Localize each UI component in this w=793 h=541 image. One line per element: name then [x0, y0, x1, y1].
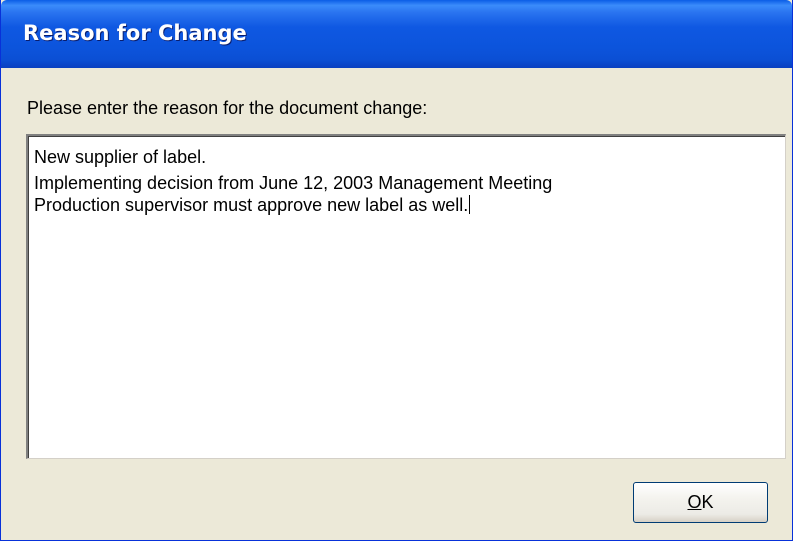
title-bar[interactable]: Reason for Change [1, 0, 792, 68]
reason-line-2: Implementing decision from June 12, 2003… [34, 173, 553, 193]
ok-accelerator: O [687, 492, 702, 512]
reason-line-1: New supplier of label. [34, 147, 207, 167]
reason-line-3: Production supervisor must approve new l… [34, 194, 785, 216]
window-title: Reason for Change [23, 21, 247, 45]
ok-button[interactable]: OK [633, 482, 768, 523]
reason-for-change-dialog: Reason for Change Please enter the reaso… [0, 0, 793, 541]
prompt-label: Please enter the reason for the document… [27, 98, 428, 118]
reason-line-3-text: Production supervisor must approve new l… [34, 195, 469, 215]
reason-textarea[interactable]: New supplier of label. Implementing deci… [26, 134, 786, 459]
ok-label-rest: K [701, 492, 714, 512]
text-caret [469, 195, 471, 214]
